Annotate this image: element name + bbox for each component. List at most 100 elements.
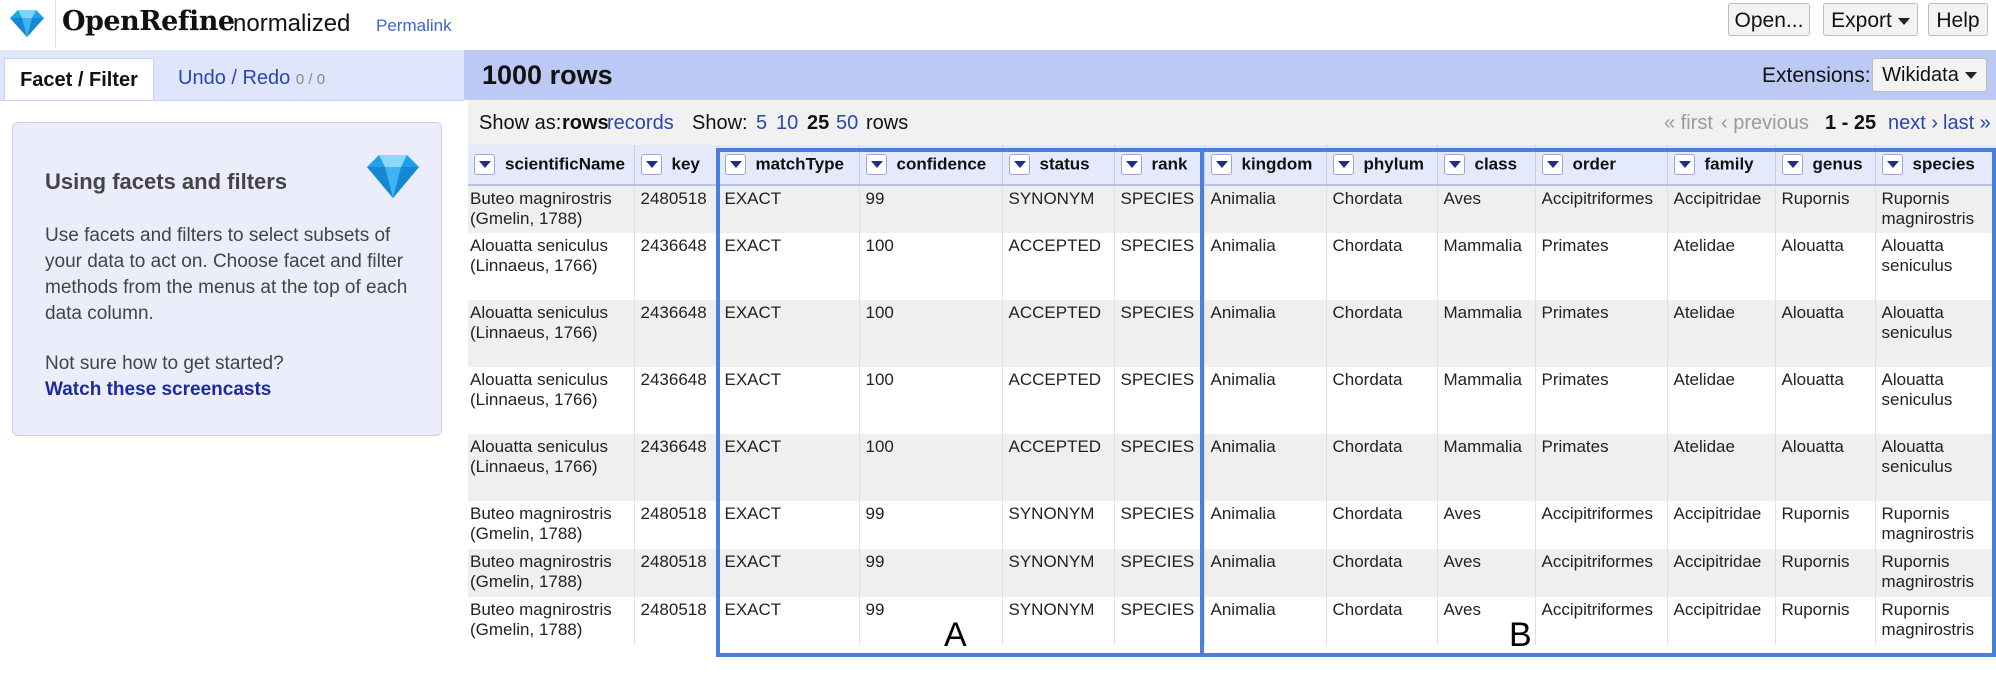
cell-genus[interactable]: Alouatta [1775,367,1876,434]
cell-species[interactable]: Alouatta seniculus [1875,367,1996,434]
cell-order[interactable]: Accipitriformes [1535,185,1668,233]
cell-rank[interactable]: SPECIES [1114,185,1205,233]
table-row[interactable]: Buteo magnirostris (Gmelin, 1788) 2480518 E… [468,185,1996,233]
pager-next[interactable]: next › [1888,112,1938,135]
cell-genus[interactable]: Rupornis [1775,549,1876,597]
cell-scientificname[interactable]: Alouatta seniculus (Linnaeus, 1766) [468,434,635,501]
cell-key[interactable]: 2480518 [634,185,719,233]
cell-scientificname[interactable]: Buteo magnirostris (Gmelin, 1788) [468,597,635,645]
cell-rank[interactable]: SPECIES [1114,501,1205,549]
cell-kingdom[interactable]: Animalia [1204,300,1327,367]
cell-family[interactable]: Atelidae [1667,434,1776,501]
column-menu-dropdown-icon[interactable] [1332,154,1354,175]
column-menu-dropdown-icon[interactable] [724,154,746,175]
cell-status[interactable]: ACCEPTED [1002,233,1115,300]
cell-phylum[interactable]: Chordata [1326,367,1438,434]
column-header-confidence[interactable]: confidence [859,145,1003,186]
cell-confidence[interactable]: 100 [859,300,1003,367]
export-button[interactable]: Export [1823,3,1918,36]
cell-class[interactable]: Mammalia [1437,300,1536,367]
cell-order[interactable]: Primates [1535,233,1668,300]
tab-facet-filter[interactable]: Facet / Filter [4,58,154,101]
pager-first[interactable]: « first [1664,112,1713,135]
cell-rank[interactable]: SPECIES [1114,597,1205,645]
cell-genus[interactable]: Alouatta [1775,434,1876,501]
cell-species[interactable]: Rupornis magnirostris [1875,185,1996,233]
cell-status[interactable]: ACCEPTED [1002,367,1115,434]
cell-family[interactable]: Atelidae [1667,233,1776,300]
cell-order[interactable]: Accipitriformes [1535,549,1668,597]
cell-order[interactable]: Accipitriformes [1535,501,1668,549]
table-row[interactable]: Alouatta seniculus (Linnaeus, 1766) 243664… [468,233,1996,300]
cell-confidence[interactable]: 99 [859,185,1003,233]
page-size-25[interactable]: 25 [807,112,829,135]
show-as-rows[interactable]: rows [562,112,609,135]
cell-status[interactable]: SYNONYM [1002,501,1115,549]
cell-class[interactable]: Aves [1437,549,1536,597]
cell-class[interactable]: Aves [1437,501,1536,549]
cell-kingdom[interactable]: Animalia [1204,501,1327,549]
cell-scientificname[interactable]: Alouatta seniculus (Linnaeus, 1766) [468,367,635,434]
cell-species[interactable]: Alouatta seniculus [1875,300,1996,367]
cell-phylum[interactable]: Chordata [1326,549,1438,597]
column-menu-dropdown-icon[interactable] [1673,154,1695,175]
cell-genus[interactable]: Rupornis [1775,501,1876,549]
cell-family[interactable]: Accipitridae [1667,185,1776,233]
column-menu-dropdown-icon[interactable] [1443,154,1465,175]
app-brand[interactable]: OpenRefine [62,6,235,37]
column-menu-dropdown-icon[interactable] [474,154,495,175]
cell-scientificname[interactable]: Alouatta seniculus (Linnaeus, 1766) [468,233,635,300]
cell-confidence[interactable]: 99 [859,549,1003,597]
open-button[interactable]: Open... [1728,3,1810,36]
openrefine-diamond-icon[interactable] [8,8,46,38]
project-name[interactable]: normalized [233,10,350,38]
column-header-order[interactable]: order [1535,145,1668,186]
tab-undo-redo[interactable]: Undo / Redo 0 / 0 [178,67,325,90]
cell-order[interactable]: Primates [1535,367,1668,434]
cell-confidence[interactable]: 100 [859,233,1003,300]
cell-genus[interactable]: Alouatta [1775,300,1876,367]
cell-rank[interactable]: SPECIES [1114,367,1205,434]
cell-status[interactable]: ACCEPTED [1002,434,1115,501]
cell-scientificname[interactable]: Buteo magnirostris (Gmelin, 1788) [468,501,635,549]
cell-genus[interactable]: Alouatta [1775,233,1876,300]
column-menu-dropdown-icon[interactable] [1541,154,1563,175]
cell-phylum[interactable]: Chordata [1326,233,1438,300]
cell-species[interactable]: Alouatta seniculus [1875,434,1996,501]
cell-matchtype[interactable]: EXACT [718,185,860,233]
cell-scientificname[interactable]: Buteo magnirostris (Gmelin, 1788) [468,185,635,233]
column-menu-dropdown-icon[interactable] [640,154,662,175]
cell-confidence[interactable]: 99 [859,597,1003,645]
cell-species[interactable]: Rupornis magnirostris [1875,549,1996,597]
column-header-rank[interactable]: rank [1114,145,1205,186]
table-row[interactable]: Buteo magnirostris (Gmelin, 1788) 2480518 E… [468,597,1996,645]
show-as-records[interactable]: records [607,112,674,135]
page-size-50[interactable]: 50 [836,112,858,135]
cell-family[interactable]: Atelidae [1667,300,1776,367]
column-menu-dropdown-icon[interactable] [1781,154,1803,175]
cell-matchtype[interactable]: EXACT [718,501,860,549]
cell-matchtype[interactable]: EXACT [718,300,860,367]
cell-status[interactable]: SYNONYM [1002,597,1115,645]
cell-key[interactable]: 2436648 [634,434,719,501]
cell-status[interactable]: SYNONYM [1002,549,1115,597]
cell-key[interactable]: 2480518 [634,597,719,645]
cell-class[interactable]: Aves [1437,185,1536,233]
cell-class[interactable]: Mammalia [1437,233,1536,300]
cell-key[interactable]: 2436648 [634,367,719,434]
table-row[interactable]: Buteo magnirostris (Gmelin, 1788) 2480518 E… [468,501,1996,549]
column-header-species[interactable]: species [1875,145,1996,186]
help-button[interactable]: Help [1928,3,1988,36]
cell-phylum[interactable]: Chordata [1326,501,1438,549]
cell-confidence[interactable]: 99 [859,501,1003,549]
cell-key[interactable]: 2480518 [634,549,719,597]
cell-matchtype[interactable]: EXACT [718,434,860,501]
column-menu-dropdown-icon[interactable] [1008,154,1030,175]
cell-phylum[interactable]: Chordata [1326,185,1438,233]
column-header-phylum[interactable]: phylum [1326,145,1438,186]
column-header-kingdom[interactable]: kingdom [1204,145,1327,186]
cell-confidence[interactable]: 100 [859,434,1003,501]
cell-key[interactable]: 2436648 [634,233,719,300]
cell-rank[interactable]: SPECIES [1114,233,1205,300]
cell-scientificname[interactable]: Alouatta seniculus (Linnaeus, 1766) [468,300,635,367]
